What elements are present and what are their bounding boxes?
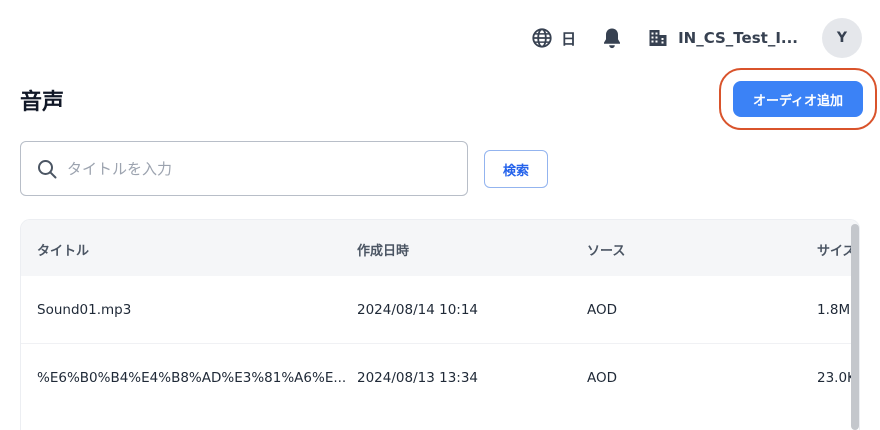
table-scrollbar[interactable] <box>851 224 859 430</box>
building-icon <box>649 30 667 46</box>
column-header-title[interactable]: タイトル <box>37 240 89 259</box>
table-header: タイトル 作成日時 ソース サイズ <box>21 220 859 276</box>
cell-created: 2024/08/13 13:34 <box>357 370 479 386</box>
tenant-name: IN_CS_Test_I... <box>678 29 798 47</box>
table-row[interactable]: %E6%B0%B4%E4%B8%AD%E3%81%A6%E... 2024/08… <box>21 344 859 412</box>
cell-source: AOD <box>587 302 618 318</box>
avatar[interactable]: Y <box>822 18 862 58</box>
column-header-created[interactable]: 作成日時 <box>357 240 409 259</box>
column-header-source[interactable]: ソース <box>587 240 625 259</box>
cell-title: %E6%B0%B4%E4%B8%AD%E3%81%A6%E... <box>37 370 347 386</box>
highlight-ring: オーディオ追加 <box>719 68 877 130</box>
top-bar: 日 IN_CS_Test_I... Y <box>531 18 862 58</box>
audio-page: 日 IN_CS_Test_I... Y 音声 オーディオ追加 タイトルを入力 検… <box>0 0 880 430</box>
cell-source: AOD <box>587 370 618 386</box>
page-title: 音声 <box>20 90 65 115</box>
language-label: 日 <box>561 29 577 48</box>
bell-icon <box>604 28 621 49</box>
tenant-switcher[interactable]: IN_CS_Test_I... <box>648 28 798 48</box>
table-row[interactable]: Sound01.mp3 2024/08/14 10:14 AOD 1.8MB <box>21 276 859 344</box>
search-button[interactable]: 検索 <box>484 150 548 188</box>
cell-created: 2024/08/14 10:14 <box>357 302 479 318</box>
add-audio-button[interactable]: オーディオ追加 <box>733 81 863 117</box>
column-header-size[interactable]: サイズ <box>817 240 856 259</box>
globe-icon <box>532 28 552 48</box>
cell-title: Sound01.mp3 <box>37 302 132 318</box>
search-icon <box>38 159 57 178</box>
search-box[interactable] <box>20 141 468 196</box>
language-switcher[interactable]: 日 <box>531 27 576 49</box>
search-input[interactable] <box>67 159 447 178</box>
audio-table: タイトル 作成日時 ソース サイズ Sound01.mp3 2024/08/14… <box>20 219 860 430</box>
notifications-button[interactable] <box>602 27 622 49</box>
